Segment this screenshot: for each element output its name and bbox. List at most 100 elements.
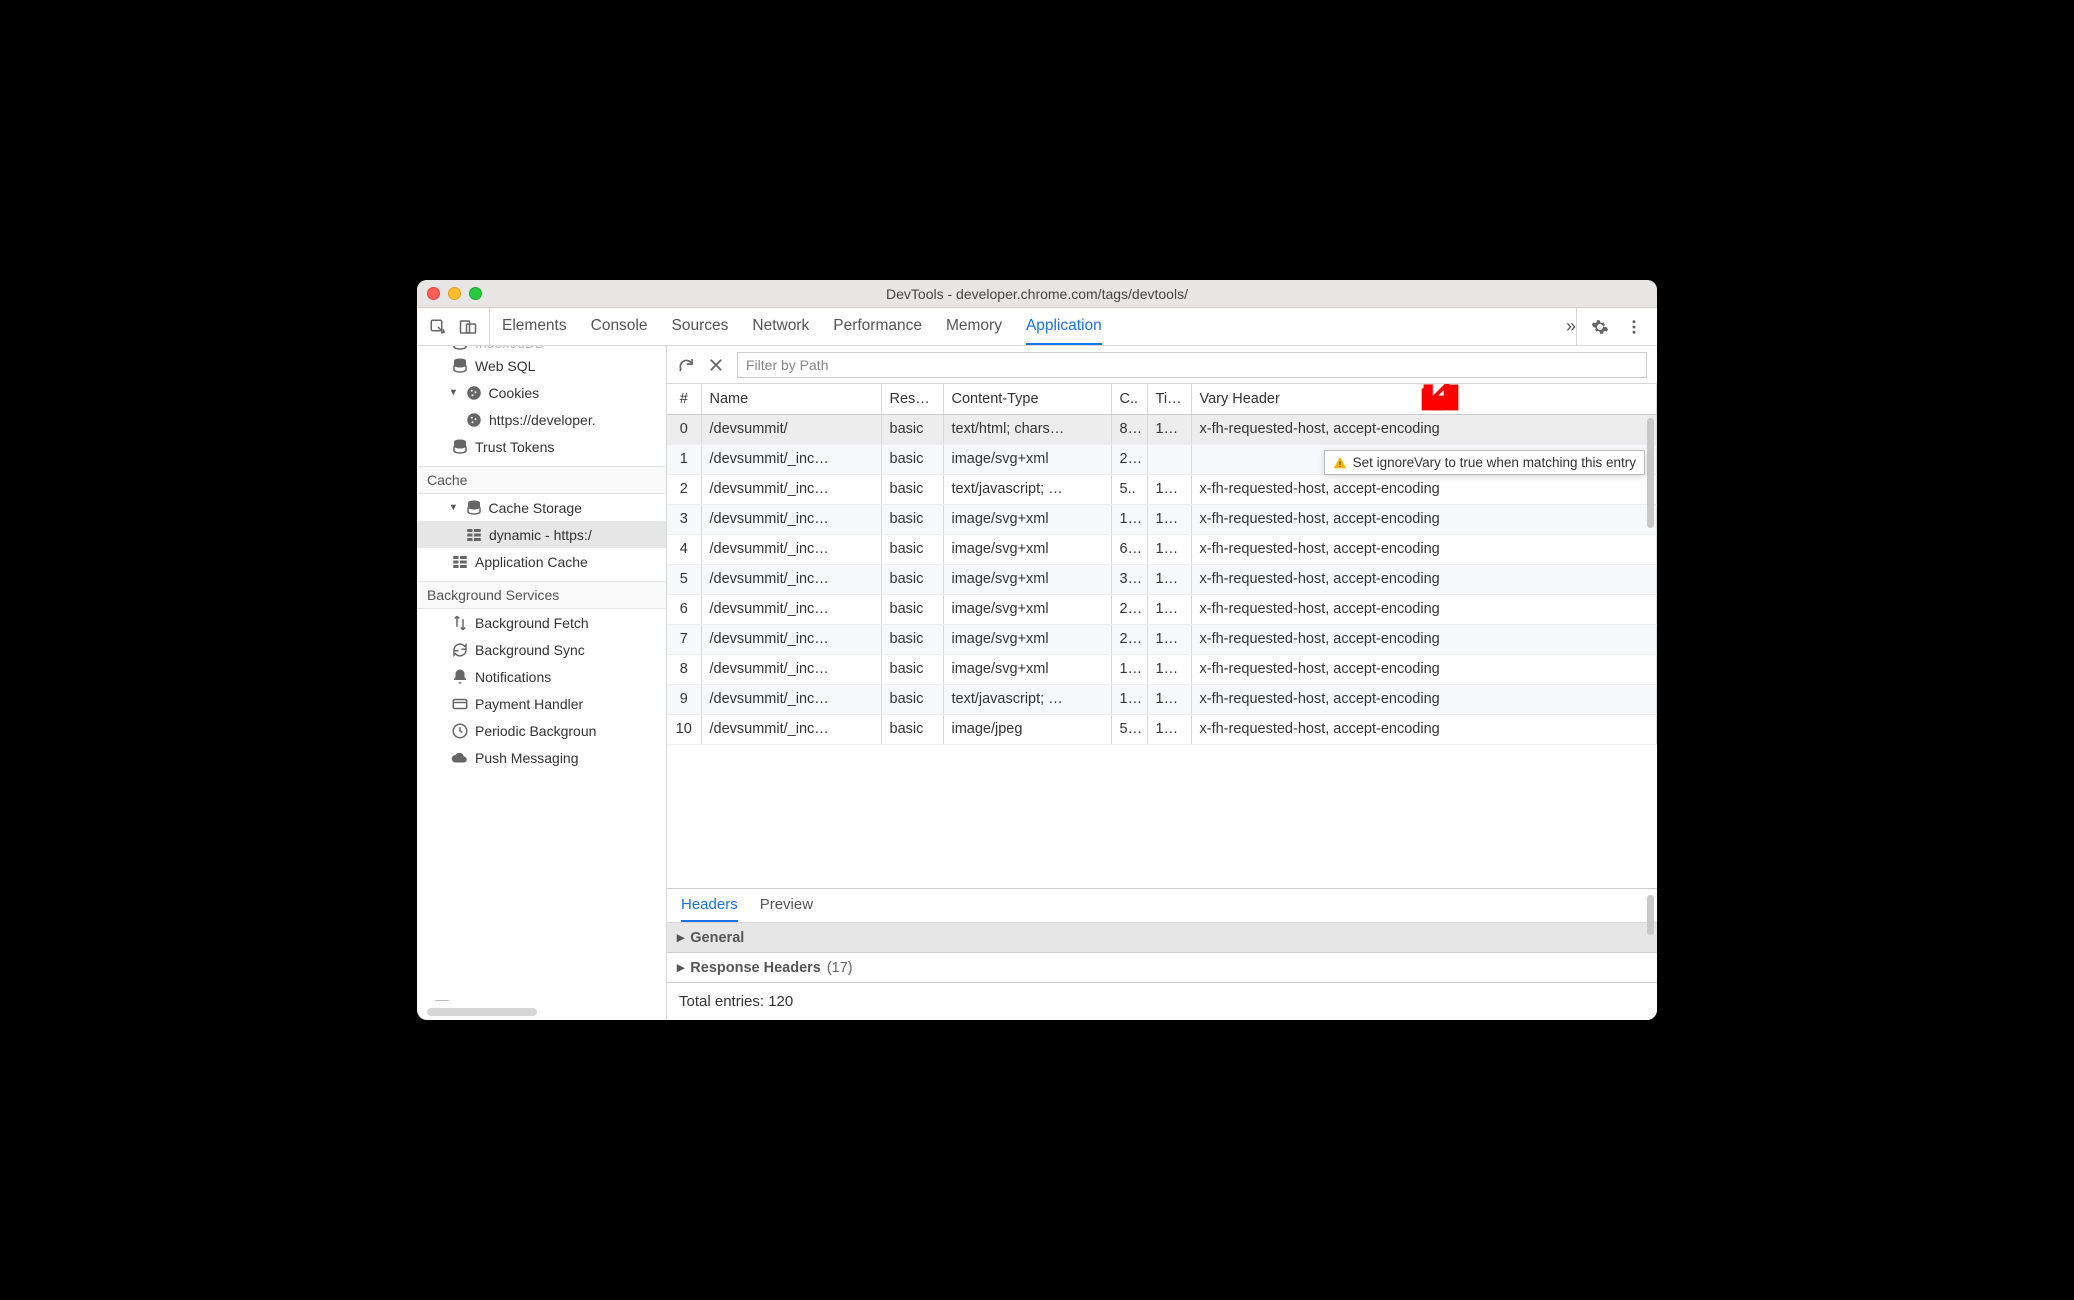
- cell: 1…: [1147, 624, 1191, 654]
- chevron-right-icon: ▸: [677, 930, 684, 946]
- column-header[interactable]: #: [667, 384, 701, 414]
- section-general[interactable]: ▸ General: [667, 923, 1657, 953]
- cell: x-fh-requested-host, accept-encoding: [1191, 714, 1657, 744]
- cell: basic: [881, 534, 943, 564]
- table-row[interactable]: 5/devsummit/_inc…basicimage/svg+xml3…1…x…: [667, 564, 1657, 594]
- sidebar-item[interactable]: https://developer.: [417, 406, 666, 433]
- cell: 1: [667, 444, 701, 474]
- tab-performance[interactable]: Performance: [833, 308, 922, 345]
- window-title: DevTools - developer.chrome.com/tags/dev…: [886, 286, 1188, 302]
- section-response-headers[interactable]: ▸ Response Headers (17): [667, 953, 1657, 983]
- section-general-label: General: [690, 930, 744, 946]
- minimize-window-button[interactable]: [448, 287, 461, 300]
- entry-details: Headers Preview ▸ General ▸ Response Head…: [667, 888, 1657, 1020]
- column-header[interactable]: Name: [701, 384, 881, 414]
- table-row[interactable]: 9/devsummit/_inc…basictext/javascript; ……: [667, 684, 1657, 714]
- sidebar-item-label: Background Sync: [475, 642, 585, 658]
- cell: image/svg+xml: [943, 564, 1111, 594]
- tab-console[interactable]: Console: [591, 308, 648, 345]
- table-row[interactable]: 4/devsummit/_inc…basicimage/svg+xml6…1…x…: [667, 534, 1657, 564]
- cell: /devsummit/_inc…: [701, 594, 881, 624]
- cell: /devsummit/_inc…: [701, 534, 881, 564]
- table-scrollbar[interactable]: [1647, 418, 1654, 528]
- table-row[interactable]: 10/devsummit/_inc…basicimage/jpeg5…1…x-f…: [667, 714, 1657, 744]
- grid-icon: [451, 553, 469, 571]
- table-row[interactable]: 8/devsummit/_inc…basicimage/svg+xml1…1…x…: [667, 654, 1657, 684]
- chevron-right-icon: ▸: [677, 960, 684, 976]
- tab-sources[interactable]: Sources: [672, 308, 729, 345]
- cell: basic: [881, 564, 943, 594]
- details-tab-preview[interactable]: Preview: [760, 889, 813, 922]
- tab-application[interactable]: Application: [1026, 308, 1102, 345]
- section-background-services: Background Services: [417, 581, 666, 609]
- sidebar-item[interactable]: Background Sync: [417, 636, 666, 663]
- column-header[interactable]: C..: [1111, 384, 1147, 414]
- card-icon: [451, 695, 469, 713]
- sidebar-item[interactable]: Cache Storage: [417, 494, 666, 521]
- sidebar-item[interactable]: Trust Tokens: [417, 433, 666, 460]
- cell: 4: [667, 534, 701, 564]
- cell: [1147, 444, 1191, 474]
- cell: x-fh-requested-host, accept-encoding: [1191, 504, 1657, 534]
- cell: 1…: [1147, 414, 1191, 444]
- details-scrollbar[interactable]: [1647, 895, 1654, 935]
- cell: /devsummit/_inc…: [701, 504, 881, 534]
- cell: 1…: [1147, 714, 1191, 744]
- cell: 2…: [1111, 594, 1147, 624]
- cell: x-fh-requested-host, accept-encoding: [1191, 474, 1657, 504]
- table-row[interactable]: 0/devsummit/basictext/html; chars…8…1…x-…: [667, 414, 1657, 444]
- sidebar-item-label: IndexedDB: [475, 346, 544, 351]
- cell: 5: [667, 564, 701, 594]
- refresh-icon[interactable]: [677, 356, 695, 374]
- tab-network[interactable]: Network: [752, 308, 809, 345]
- sidebar-item[interactable]: Cookies: [417, 379, 666, 406]
- sidebar-resize-handle[interactable]: —: [417, 993, 666, 1005]
- column-header[interactable]: Vary Header: [1191, 384, 1657, 414]
- sidebar-item[interactable]: Notifications: [417, 663, 666, 690]
- cell: 1…: [1147, 474, 1191, 504]
- db-icon: [451, 357, 469, 375]
- table-row[interactable]: 2/devsummit/_inc…basictext/javascript; ……: [667, 474, 1657, 504]
- tab-elements[interactable]: Elements: [502, 308, 567, 345]
- cell: basic: [881, 504, 943, 534]
- cell: 8…: [1111, 414, 1147, 444]
- sidebar-item[interactable]: Web SQL: [417, 352, 666, 379]
- cell: 7: [667, 624, 701, 654]
- maximize-window-button[interactable]: [469, 287, 482, 300]
- table-row[interactable]: 6/devsummit/_inc…basicimage/svg+xml2…1…x…: [667, 594, 1657, 624]
- filter-input[interactable]: [737, 352, 1647, 378]
- device-toggle-icon[interactable]: [459, 318, 477, 336]
- table-row[interactable]: 3/devsummit/_inc…basicimage/svg+xml1…1…x…: [667, 504, 1657, 534]
- tab-memory[interactable]: Memory: [946, 308, 1002, 345]
- cache-entries-table-wrap: #NameRes…Content-TypeC..Ti…Vary Header 0…: [667, 384, 1657, 888]
- cell: 3…: [1111, 564, 1147, 594]
- cell: x-fh-requested-host, accept-encoding: [1191, 594, 1657, 624]
- sidebar-item[interactable]: Periodic Backgroun: [417, 717, 666, 744]
- sidebar-item[interactable]: Application Cache: [417, 548, 666, 575]
- settings-icon[interactable]: [1591, 318, 1609, 336]
- overflow-tabs-icon[interactable]: »: [1566, 316, 1576, 337]
- clear-icon[interactable]: [707, 356, 725, 374]
- sidebar-item[interactable]: dynamic - https:/: [417, 521, 666, 548]
- cell: basic: [881, 474, 943, 504]
- kebab-menu-icon[interactable]: [1625, 318, 1643, 336]
- sidebar-item[interactable]: Background Fetch: [417, 609, 666, 636]
- column-header[interactable]: Content-Type: [943, 384, 1111, 414]
- sidebar-item-label: Background Fetch: [475, 615, 589, 631]
- table-row[interactable]: 7/devsummit/_inc…basicimage/svg+xml2…1…x…: [667, 624, 1657, 654]
- sidebar-scrollbar[interactable]: [427, 1008, 537, 1016]
- db-icon: [465, 499, 483, 517]
- cell: x-fh-requested-host, accept-encoding: [1191, 624, 1657, 654]
- sidebar-item[interactable]: Push Messaging: [417, 744, 666, 771]
- sidebar-item[interactable]: Payment Handler: [417, 690, 666, 717]
- cell: 5…: [1111, 714, 1147, 744]
- column-header[interactable]: Res…: [881, 384, 943, 414]
- close-window-button[interactable]: [427, 287, 440, 300]
- cell: 6…: [1111, 534, 1147, 564]
- details-tab-headers[interactable]: Headers: [681, 889, 738, 922]
- cell: /devsummit/_inc…: [701, 654, 881, 684]
- total-entries: Total entries: 120: [667, 983, 1657, 1020]
- cell: image/jpeg: [943, 714, 1111, 744]
- inspect-icon[interactable]: [429, 318, 447, 336]
- column-header[interactable]: Ti…: [1147, 384, 1191, 414]
